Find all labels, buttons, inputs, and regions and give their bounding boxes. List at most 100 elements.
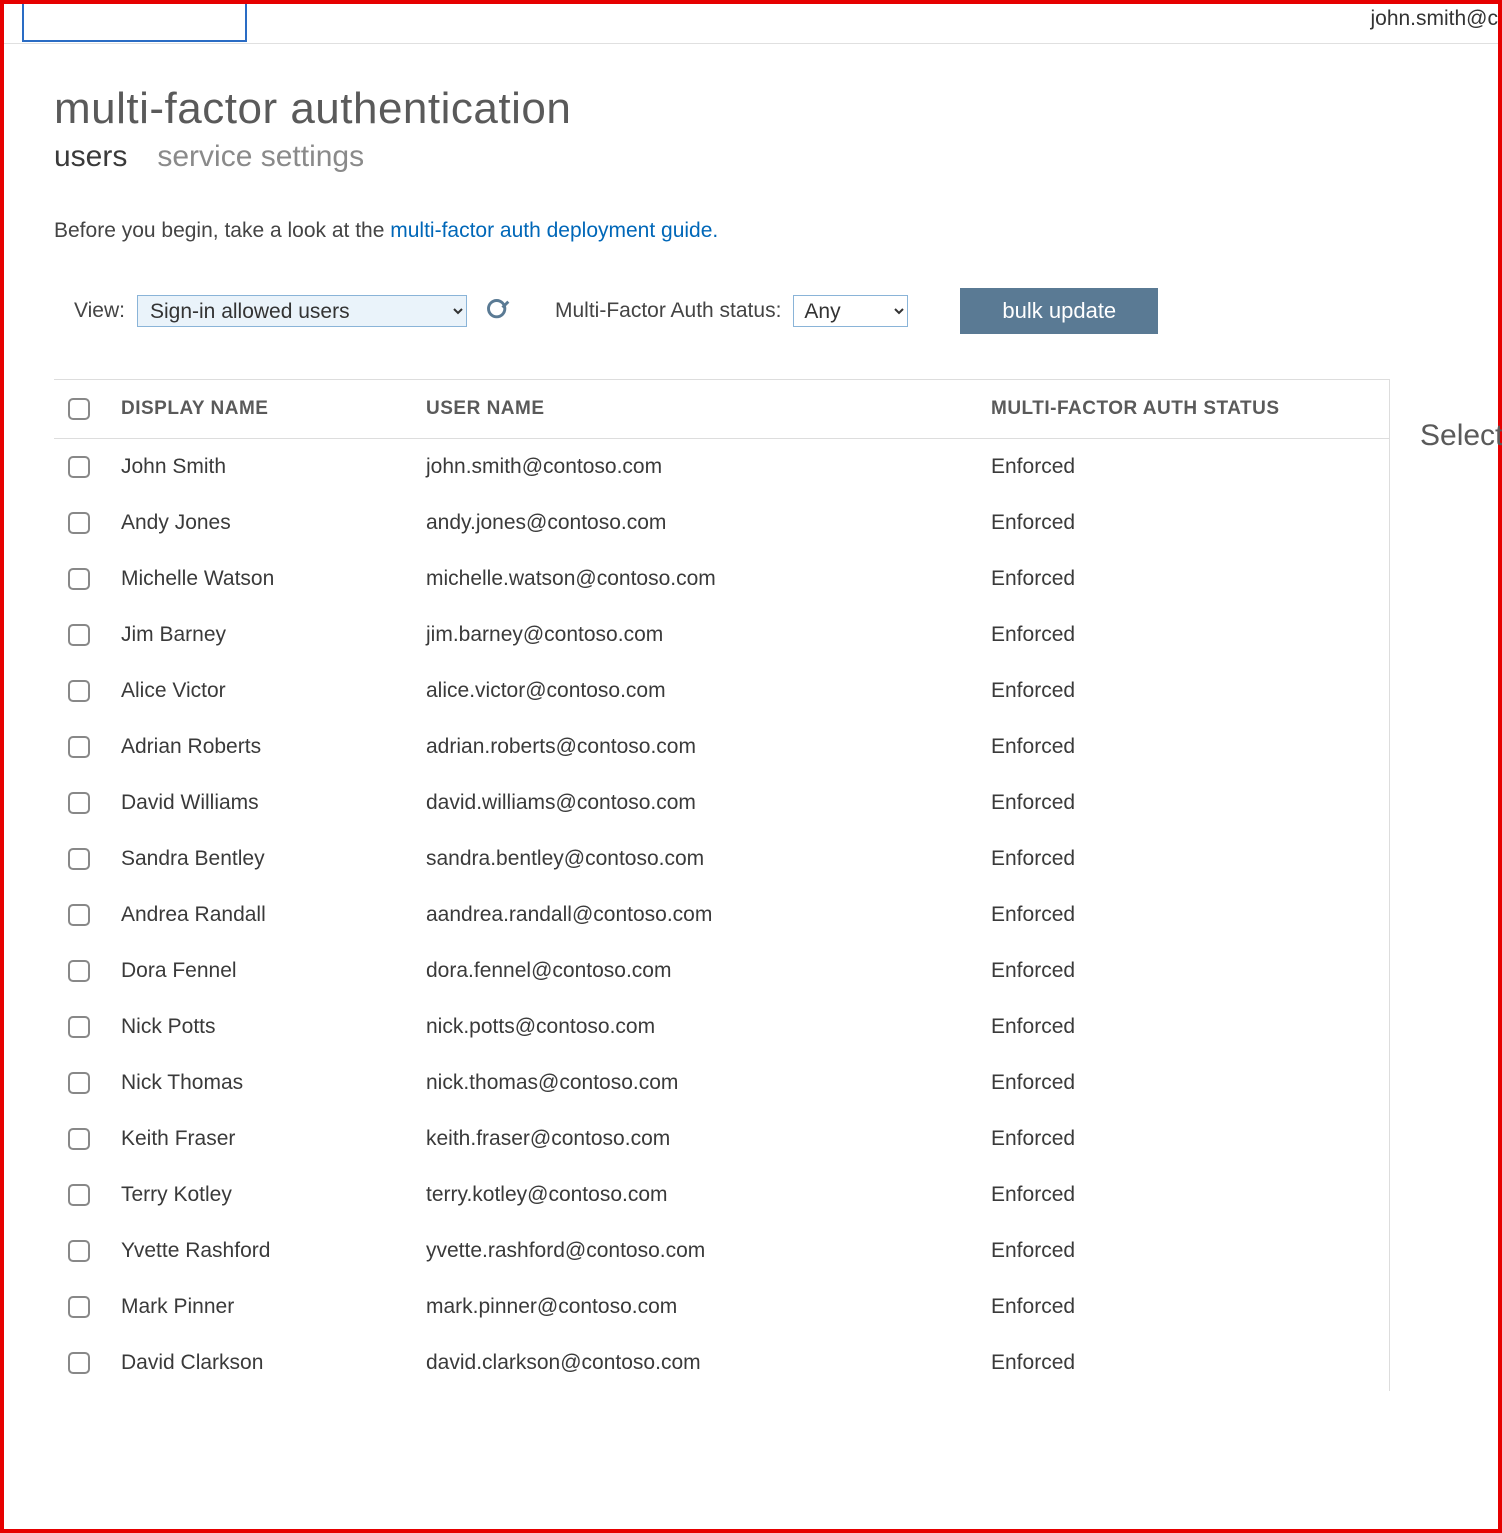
cell-mfa-status: Enforced	[991, 1351, 1389, 1375]
table-row[interactable]: Dora Fenneldora.fennel@contoso.comEnforc…	[54, 943, 1389, 999]
cell-user-name: adrian.roberts@contoso.com	[426, 735, 991, 759]
table-row[interactable]: Nick Pottsnick.potts@contoso.comEnforced	[54, 999, 1389, 1055]
row-checkbox[interactable]	[68, 1128, 90, 1150]
cell-mfa-status: Enforced	[991, 959, 1389, 983]
cell-user-name: andy.jones@contoso.com	[426, 511, 991, 535]
cell-display-name: Andrea Randall	[121, 903, 426, 927]
cell-user-name: david.williams@contoso.com	[426, 791, 991, 815]
table-row[interactable]: David Clarksondavid.clarkson@contoso.com…	[54, 1335, 1389, 1391]
cell-user-name: nick.potts@contoso.com	[426, 1015, 991, 1039]
cell-mfa-status: Enforced	[991, 679, 1389, 703]
cell-display-name: David Clarkson	[121, 1351, 426, 1375]
intro-text: Before you begin, take a look at the mul…	[54, 219, 1498, 243]
cell-mfa-status: Enforced	[991, 1239, 1389, 1263]
row-checkbox[interactable]	[68, 736, 90, 758]
table-row[interactable]: Adrian Robertsadrian.roberts@contoso.com…	[54, 719, 1389, 775]
cell-user-name: nick.thomas@contoso.com	[426, 1071, 991, 1095]
row-checkbox[interactable]	[68, 624, 90, 646]
row-checkbox[interactable]	[68, 1016, 90, 1038]
row-checkbox[interactable]	[68, 792, 90, 814]
cell-display-name: Sandra Bentley	[121, 847, 426, 871]
cell-display-name: Nick Thomas	[121, 1071, 426, 1095]
cell-display-name: Mark Pinner	[121, 1295, 426, 1319]
status-label: Multi-Factor Auth status:	[555, 299, 781, 323]
table-row[interactable]: Jim Barneyjim.barney@contoso.comEnforced	[54, 607, 1389, 663]
cell-user-name: keith.fraser@contoso.com	[426, 1127, 991, 1151]
top-tab[interactable]	[22, 4, 247, 42]
table-row[interactable]: Alice Victoralice.victor@contoso.comEnfo…	[54, 663, 1389, 719]
search-icon[interactable]	[485, 297, 513, 325]
cell-mfa-status: Enforced	[991, 1127, 1389, 1151]
row-checkbox[interactable]	[68, 960, 90, 982]
status-select[interactable]: Any	[793, 295, 908, 327]
table-row[interactable]: Yvette Rashfordyvette.rashford@contoso.c…	[54, 1223, 1389, 1279]
cell-mfa-status: Enforced	[991, 1015, 1389, 1039]
row-checkbox[interactable]	[68, 848, 90, 870]
cell-mfa-status: Enforced	[991, 791, 1389, 815]
table-row[interactable]: Nick Thomasnick.thomas@contoso.comEnforc…	[54, 1055, 1389, 1111]
tab-service-settings[interactable]: service settings	[157, 140, 364, 174]
row-checkbox[interactable]	[68, 904, 90, 926]
cell-user-name: david.clarkson@contoso.com	[426, 1351, 991, 1375]
cell-display-name: Keith Fraser	[121, 1127, 426, 1151]
table-row[interactable]: John Smithjohn.smith@contoso.comEnforced	[54, 439, 1389, 495]
row-checkbox[interactable]	[68, 568, 90, 590]
intro-before: Before you begin, take a look at the	[54, 219, 390, 242]
select-all-checkbox[interactable]	[68, 398, 90, 420]
column-user-name[interactable]: USER NAME	[426, 398, 991, 420]
table-row[interactable]: Andy Jonesandy.jones@contoso.comEnforced	[54, 495, 1389, 551]
table-row[interactable]: Terry Kotleyterry.kotley@contoso.comEnfo…	[54, 1167, 1389, 1223]
table-row[interactable]: Mark Pinnermark.pinner@contoso.comEnforc…	[54, 1279, 1389, 1335]
cell-mfa-status: Enforced	[991, 567, 1389, 591]
deployment-guide-link[interactable]: multi-factor auth deployment guide.	[390, 219, 718, 242]
table-row[interactable]: David Williamsdavid.williams@contoso.com…	[54, 775, 1389, 831]
table-row[interactable]: Sandra Bentleysandra.bentley@contoso.com…	[54, 831, 1389, 887]
cell-mfa-status: Enforced	[991, 847, 1389, 871]
cell-user-name: terry.kotley@contoso.com	[426, 1183, 991, 1207]
cell-display-name: Dora Fennel	[121, 959, 426, 983]
row-checkbox[interactable]	[68, 456, 90, 478]
table-row[interactable]: Keith Fraserkeith.fraser@contoso.comEnfo…	[54, 1111, 1389, 1167]
table-row[interactable]: Andrea Randallaandrea.randall@contoso.co…	[54, 887, 1389, 943]
cell-display-name: Jim Barney	[121, 623, 426, 647]
view-label: View:	[74, 299, 125, 323]
cell-mfa-status: Enforced	[991, 903, 1389, 927]
cell-display-name: David Williams	[121, 791, 426, 815]
cell-mfa-status: Enforced	[991, 1295, 1389, 1319]
signed-in-user: john.smith@c	[1370, 4, 1498, 31]
column-mfa-status[interactable]: MULTI-FACTOR AUTH STATUS	[991, 398, 1389, 420]
row-checkbox[interactable]	[68, 512, 90, 534]
cell-mfa-status: Enforced	[991, 735, 1389, 759]
row-checkbox[interactable]	[68, 1240, 90, 1262]
cell-display-name: Andy Jones	[121, 511, 426, 535]
row-checkbox[interactable]	[68, 1352, 90, 1374]
table-row[interactable]: Michelle Watsonmichelle.watson@contoso.c…	[54, 551, 1389, 607]
row-checkbox[interactable]	[68, 1296, 90, 1318]
side-panel-text: Select	[1420, 419, 1502, 453]
cell-display-name: Michelle Watson	[121, 567, 426, 591]
bulk-update-button[interactable]: bulk update	[960, 288, 1158, 334]
cell-display-name: Yvette Rashford	[121, 1239, 426, 1263]
cell-user-name: alice.victor@contoso.com	[426, 679, 991, 703]
users-table: DISPLAY NAME USER NAME MULTI-FACTOR AUTH…	[54, 379, 1389, 1391]
cell-display-name: Alice Victor	[121, 679, 426, 703]
cell-display-name: John Smith	[121, 455, 426, 479]
column-display-name[interactable]: DISPLAY NAME	[121, 398, 426, 420]
row-checkbox[interactable]	[68, 680, 90, 702]
cell-mfa-status: Enforced	[991, 455, 1389, 479]
cell-mfa-status: Enforced	[991, 511, 1389, 535]
row-checkbox[interactable]	[68, 1184, 90, 1206]
cell-mfa-status: Enforced	[991, 623, 1389, 647]
cell-display-name: Adrian Roberts	[121, 735, 426, 759]
cell-display-name: Terry Kotley	[121, 1183, 426, 1207]
cell-user-name: yvette.rashford@contoso.com	[426, 1239, 991, 1263]
side-panel: Select	[1389, 379, 1502, 1391]
cell-user-name: dora.fennel@contoso.com	[426, 959, 991, 983]
tab-users[interactable]: users	[54, 140, 127, 174]
cell-display-name: Nick Potts	[121, 1015, 426, 1039]
row-checkbox[interactable]	[68, 1072, 90, 1094]
cell-user-name: john.smith@contoso.com	[426, 455, 991, 479]
cell-mfa-status: Enforced	[991, 1183, 1389, 1207]
view-select[interactable]: Sign-in allowed users	[137, 295, 467, 327]
cell-user-name: aandrea.randall@contoso.com	[426, 903, 991, 927]
